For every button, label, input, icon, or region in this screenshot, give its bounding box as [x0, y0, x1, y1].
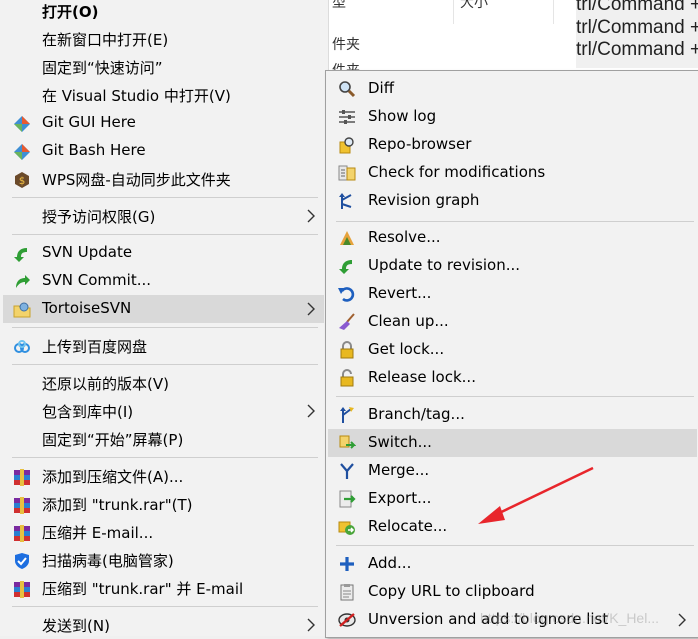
annotation-arrow: [478, 466, 594, 524]
watermark-text: https://blog.csdn.net/K_Hel...: [480, 610, 659, 626]
